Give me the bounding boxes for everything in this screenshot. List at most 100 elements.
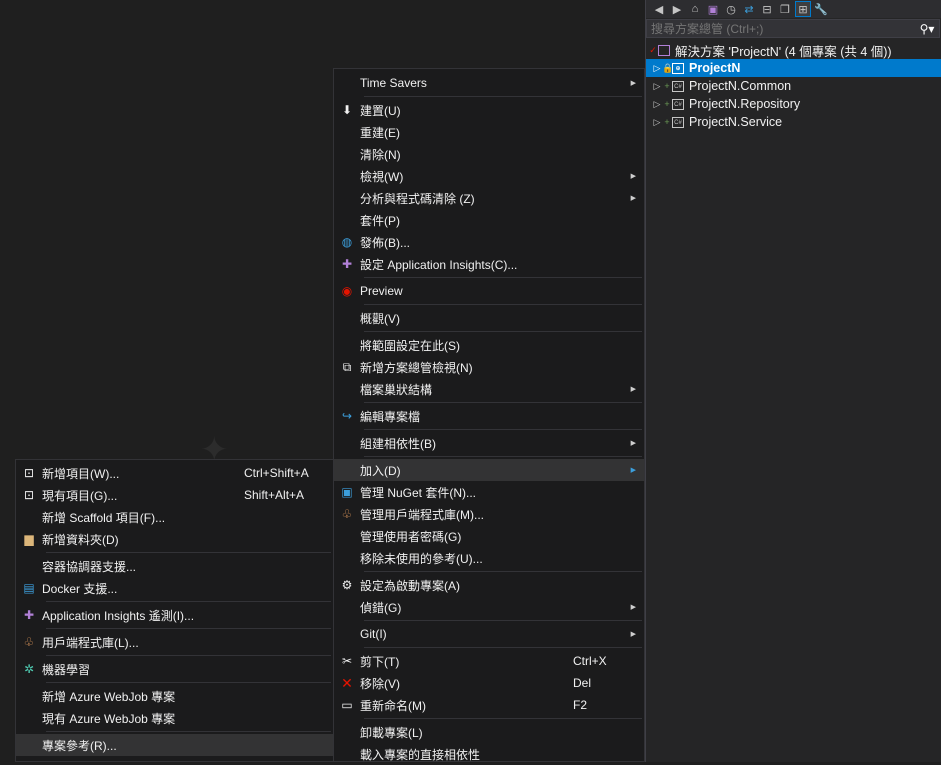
menu-item-manage-nuget[interactable]: ▣ 管理 NuGet 套件(N)... bbox=[334, 481, 644, 503]
menu-item-git[interactable]: Git(I) ▶ bbox=[334, 623, 644, 645]
menu-separator bbox=[364, 718, 642, 719]
menu-item-app-insights[interactable]: ✚ 設定 Application Insights(C)... bbox=[334, 253, 644, 275]
menu-item-label: 新增資料夾(D) bbox=[42, 532, 119, 547]
client-lib-icon: ♧ bbox=[23, 635, 35, 649]
menu-item-label: 管理使用者密碼(G) bbox=[360, 529, 462, 544]
search-input[interactable] bbox=[647, 20, 915, 37]
menu-item-build[interactable]: ⬇ 建置(U) bbox=[334, 99, 644, 121]
menu-item-pack[interactable]: 套件(P) bbox=[334, 209, 644, 231]
expand-icon[interactable]: ▷ bbox=[652, 63, 662, 74]
menu-separator bbox=[46, 655, 331, 656]
home-icon[interactable]: ⌂ bbox=[688, 2, 702, 16]
menu-item-scope[interactable]: 將範圍設定在此(S) bbox=[334, 334, 644, 356]
menu-separator bbox=[364, 402, 642, 403]
refresh-arrow-icon: ↪ bbox=[341, 409, 353, 423]
submenu-item-project-reference[interactable]: 專案參考(R)... bbox=[16, 734, 333, 756]
submenu-arrow-icon: ▶ bbox=[630, 467, 636, 474]
checkmark-icon: ✓ bbox=[649, 44, 657, 55]
menu-item-manage-client-libs[interactable]: ♧ 管理用戶端程式庫(M)... bbox=[334, 503, 644, 525]
menu-item-unload[interactable]: 卸載專案(L) bbox=[334, 721, 644, 743]
collapse-all-icon[interactable]: ⊟ bbox=[760, 2, 774, 16]
submenu-item-ml[interactable]: ✲ 機器學習 bbox=[16, 658, 333, 680]
solution-explorer-toolbar: ◀ ▶ ⌂ ▣ ◷ ⇄ ⊟ ❐ ⊞ 🔧 bbox=[646, 0, 941, 18]
submenu-item-docker-support[interactable]: ▤ Docker 支援... bbox=[16, 577, 333, 599]
menu-item-label: 重建(E) bbox=[360, 125, 400, 140]
forward-icon[interactable]: ▶ bbox=[670, 2, 684, 16]
submenu-item-new-scaffold[interactable]: 新增 Scaffold 項目(F)... bbox=[16, 506, 333, 528]
tree-item-projectn[interactable]: ▷ 🔒 ⊕ ProjectN bbox=[646, 59, 941, 77]
menu-item-label: 新增方案總管檢視(N) bbox=[360, 360, 473, 375]
menu-item-label: 編輯專案檔 bbox=[360, 409, 421, 424]
menu-item-overview[interactable]: 概觀(V) bbox=[334, 307, 644, 329]
solution-node[interactable]: ✓ 解決方案 'ProjectN' (4 個專案 (共 4 個)) bbox=[646, 41, 941, 59]
menu-item-label: 分析與程式碼清除 (Z) bbox=[360, 191, 475, 206]
menu-item-add[interactable]: 加入(D) ▶ bbox=[334, 459, 644, 481]
menu-separator bbox=[364, 571, 642, 572]
menu-item-label: 加入(D) bbox=[360, 463, 401, 478]
search-icon[interactable]: ⚲▾ bbox=[915, 22, 939, 36]
submenu-item-new-folder[interactable]: ▆ 新增資料夾(D) bbox=[16, 528, 333, 550]
submenu-item-container-orchestrator[interactable]: 容器協調器支援... bbox=[16, 555, 333, 577]
menu-separator bbox=[46, 552, 331, 553]
menu-item-rename[interactable]: ▭ 重新命名(M) F2 bbox=[334, 694, 644, 716]
lightbulb-icon: ✚ bbox=[341, 257, 353, 271]
submenu-arrow-icon: ▶ bbox=[630, 386, 636, 393]
submenu-arrow-icon: ▶ bbox=[630, 440, 636, 447]
expand-icon[interactable]: ▷ bbox=[652, 81, 662, 92]
submenu-item-new-webjob[interactable]: 新增 Azure WebJob 專案 bbox=[16, 685, 333, 707]
vs-icon[interactable]: ▣ bbox=[706, 2, 720, 16]
sync-icon[interactable]: ⇄ bbox=[742, 2, 756, 16]
plus-icon: + bbox=[664, 117, 670, 127]
menu-item-label: 設定 Application Insights(C)... bbox=[360, 257, 518, 272]
submenu-arrow-icon: ▶ bbox=[630, 173, 636, 180]
nuget-icon: ▣ bbox=[341, 485, 353, 499]
menu-item-preview[interactable]: ◉ Preview bbox=[334, 280, 644, 302]
expand-icon[interactable]: ▷ bbox=[652, 117, 662, 128]
csharp-project-icon: C# bbox=[672, 80, 684, 92]
submenu-item-existing-item[interactable]: ⊡ 現有項目(G)... Shift+Alt+A bbox=[16, 484, 333, 506]
submenu-item-app-insights-telemetry[interactable]: ✚ Application Insights 遙測(I)... bbox=[16, 604, 333, 626]
menu-separator bbox=[364, 304, 642, 305]
submenu-item-client-lib[interactable]: ♧ 用戶端程式庫(L)... bbox=[16, 631, 333, 653]
existing-item-icon: ⊡ bbox=[23, 488, 35, 502]
menu-item-label: 用戶端程式庫(L)... bbox=[42, 635, 139, 650]
menu-item-rebuild[interactable]: 重建(E) bbox=[334, 121, 644, 143]
pending-changes-icon[interactable]: ◷ bbox=[724, 2, 738, 16]
back-icon[interactable]: ◀ bbox=[652, 2, 666, 16]
properties-icon[interactable]: 🔧 bbox=[814, 2, 828, 16]
show-all-files-icon[interactable]: ❐ bbox=[778, 2, 792, 16]
menu-item-debug[interactable]: 偵錯(G) ▶ bbox=[334, 596, 644, 618]
rename-icon: ▭ bbox=[341, 698, 353, 712]
eye-icon: ◉ bbox=[341, 284, 353, 298]
menu-item-clean[interactable]: 清除(N) bbox=[334, 143, 644, 165]
menu-item-label: 組建相依性(B) bbox=[360, 436, 436, 451]
solution-explorer-search: ⚲▾ bbox=[646, 19, 940, 38]
menu-item-time-savers[interactable]: Time Savers ▶ bbox=[334, 72, 644, 94]
menu-item-remove[interactable]: ✕ 移除(V) Del bbox=[334, 672, 644, 694]
solution-explorer-panel: ◀ ▶ ⌂ ▣ ◷ ⇄ ⊟ ❐ ⊞ 🔧 ⚲▾ ✓ 解決方案 'ProjectN'… bbox=[645, 0, 941, 762]
menu-item-edit-project[interactable]: ↪ 編輯專案檔 bbox=[334, 405, 644, 427]
submenu-item-existing-webjob[interactable]: 現有 Azure WebJob 專案 bbox=[16, 707, 333, 729]
menu-item-user-secrets[interactable]: 管理使用者密碼(G) bbox=[334, 525, 644, 547]
menu-item-label: 機器學習 bbox=[42, 662, 91, 677]
menu-item-view[interactable]: 檢視(W) ▶ bbox=[334, 165, 644, 187]
menu-item-cut[interactable]: ✂ 剪下(T) Ctrl+X bbox=[334, 650, 644, 672]
tree-item-projectn-common[interactable]: ▷ + C# ProjectN.Common bbox=[646, 77, 941, 95]
menu-item-analyze[interactable]: 分析與程式碼清除 (Z) ▶ bbox=[334, 187, 644, 209]
menu-item-label: 現有 Azure WebJob 專案 bbox=[42, 711, 176, 726]
menu-item-set-startup[interactable]: ⚙ 設定為啟動專案(A) bbox=[334, 574, 644, 596]
menu-item-label: 檔案巢狀結構 bbox=[360, 382, 433, 397]
expand-icon[interactable]: ▷ bbox=[652, 99, 662, 110]
menu-item-label: 將範圍設定在此(S) bbox=[360, 338, 460, 353]
menu-item-build-deps[interactable]: 組建相依性(B) ▶ bbox=[334, 432, 644, 454]
tree-item-projectn-repository[interactable]: ▷ + C# ProjectN.Repository bbox=[646, 95, 941, 113]
switch-view-icon[interactable]: ⊞ bbox=[795, 1, 811, 17]
scissors-icon: ✂ bbox=[341, 654, 353, 668]
submenu-item-new-item[interactable]: ⊡ 新增項目(W)... Ctrl+Shift+A bbox=[16, 462, 333, 484]
menu-item-new-se-view[interactable]: ⧉ 新增方案總管檢視(N) bbox=[334, 356, 644, 378]
menu-item-remove-unused[interactable]: 移除未使用的參考(U)... bbox=[334, 547, 644, 569]
menu-item-file-nesting[interactable]: 檔案巢狀結構 ▶ bbox=[334, 378, 644, 400]
menu-item-label: 建置(U) bbox=[360, 103, 401, 118]
menu-item-publish[interactable]: ◍ 發佈(B)... bbox=[334, 231, 644, 253]
tree-item-projectn-service[interactable]: ▷ + C# ProjectN.Service bbox=[646, 113, 941, 131]
